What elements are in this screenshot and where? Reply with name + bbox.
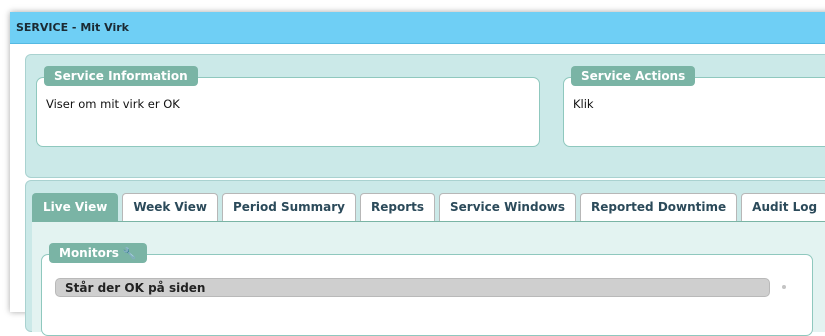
service-window: SERVICE - Mit Virk Service Information V… [10,12,825,336]
monitors-legend-label: Monitors [59,246,119,260]
tab-service-windows[interactable]: Service Windows [439,193,577,221]
service-actions-legend: Service Actions [571,66,696,86]
status-dot-icon [782,285,786,289]
service-actions-link[interactable]: Klik [573,97,594,111]
title-bar: SERVICE - Mit Virk [10,12,825,44]
tab-period-summary[interactable]: Period Summary [221,193,356,221]
wrench-icon[interactable]: 🔧 [123,247,137,260]
tab-audit-log[interactable]: Audit Log [741,193,825,221]
tab-live-view[interactable]: Live View [32,193,119,221]
service-information-text: Viser om mit virk er OK [46,97,180,111]
tabs-panel: Live View Week View Period Summary Repor… [25,180,825,336]
tab-week-view[interactable]: Week View [122,193,218,221]
window-title: SERVICE - Mit Virk [16,21,129,34]
live-view-content: Monitors 🔧 Står der OK på siden [32,221,825,336]
service-information-box: Service Information Viser om mit virk er… [36,66,540,147]
tab-bar: Live View Week View Period Summary Repor… [32,193,825,221]
monitors-legend: Monitors 🔧 [49,243,147,263]
tab-reports[interactable]: Reports [360,193,436,221]
monitor-item[interactable]: Står der OK på siden [55,278,770,297]
service-actions-box: Service Actions Klik [563,66,825,147]
tab-reported-downtime[interactable]: Reported Downtime [580,193,738,221]
service-info-panel: Service Information Viser om mit virk er… [25,54,825,178]
service-information-legend: Service Information [44,66,198,86]
monitors-box: Monitors 🔧 Står der OK på siden [41,243,813,336]
